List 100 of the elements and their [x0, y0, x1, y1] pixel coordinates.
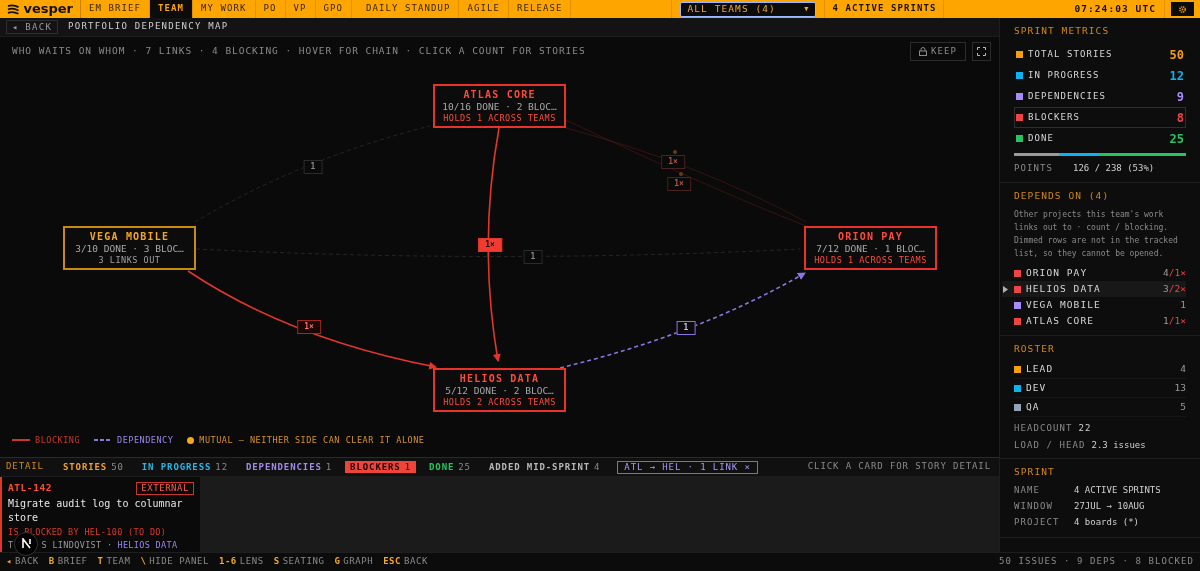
- story-meta: S LINDQVIST ·: [41, 539, 113, 552]
- settings-icon: [1178, 4, 1187, 14]
- metric-value: 8: [1176, 109, 1184, 127]
- depends-description: Other projects this team's work links out to · count / blocking. Dimmed rows are not in the tracked list, so they cannot be opened.: [1014, 209, 1179, 260]
- detail-tab[interactable]: DEPENDENCIES 1: [240, 461, 338, 473]
- project-node[interactable]: ATLAS CORE 10/16 DONE · 2 BLOC… HOLDS 1 ACROSS TEAMS: [433, 83, 566, 128]
- link-count[interactable]: 1: [303, 159, 323, 174]
- role-name: DEV: [1026, 381, 1047, 396]
- shortcut[interactable]: G GRAPH: [334, 555, 374, 569]
- nav-tab[interactable]: TEAM: [150, 0, 193, 18]
- link-count[interactable]: 1×: [297, 319, 321, 334]
- sprint-label: PROJECT: [1014, 515, 1061, 529]
- shortcut[interactable]: B BRIEF: [48, 555, 88, 569]
- project-node[interactable]: HELIOS DATA 5/12 DONE · 2 BLOC… HOLDS 2 ACROSS TEAMS: [433, 367, 566, 412]
- solid-line-icon: [12, 438, 30, 443]
- dependency-count: 1/1×: [1163, 313, 1186, 328]
- detail-hint: CLICK A CARD FOR STORY DETAIL: [807, 460, 991, 474]
- detail-tab[interactable]: IN PROGRESS 12: [136, 461, 233, 473]
- dependency-row[interactable]: HELIOS DATA 3/2×: [1002, 281, 1186, 297]
- sprint-value: 27JUL → 10AUG: [1074, 499, 1145, 513]
- lock-icon: [919, 46, 927, 56]
- link-count[interactable]: 1: [523, 249, 543, 264]
- metric-value: 12: [1169, 67, 1184, 85]
- sprint-label: NAME: [1014, 483, 1041, 497]
- dependency-name: VEGA MOBILE: [1026, 297, 1101, 312]
- points-label: POINTS: [1014, 162, 1053, 176]
- detail-tab[interactable]: DONE 25: [424, 461, 476, 473]
- dependency-name: HELIOS DATA: [1026, 281, 1101, 296]
- metric-row[interactable]: IN PROGRESS 12: [1014, 65, 1186, 87]
- sprint-value: 4 boards (*): [1074, 515, 1140, 529]
- sprint-label: WINDOW: [1014, 499, 1054, 513]
- keep-button[interactable]: KEEP: [910, 41, 966, 61]
- dependency-row[interactable]: VEGA MOBILE 1: [1002, 297, 1186, 313]
- shortcut[interactable]: \ HIDE PANEL: [140, 555, 209, 569]
- dependency-name: ORION PAY: [1026, 265, 1088, 280]
- legend-label: BLOCKING: [35, 433, 81, 447]
- story-meta: T: [8, 539, 14, 552]
- metric-row[interactable]: DEPENDENCIES 9: [1014, 86, 1186, 108]
- fullscreen-icon: [977, 46, 986, 56]
- node-stats: 10/16 DONE · 2 BLOC…: [442, 100, 557, 113]
- link-count[interactable]: 1×: [661, 154, 685, 169]
- link-count[interactable]: 1×: [478, 237, 502, 252]
- fullscreen-button[interactable]: [972, 41, 991, 61]
- filter-chip[interactable]: ATL → HEL · 1 LINK ×: [617, 460, 758, 474]
- dependency-name: ATLAS CORE: [1026, 313, 1094, 328]
- story-id: ATL-142: [8, 481, 53, 495]
- shortcut[interactable]: 1-6 LENS: [218, 555, 264, 569]
- section-title: SPRINT: [1014, 465, 1056, 480]
- load-label: LOAD / HEAD: [1014, 438, 1086, 452]
- shortcut[interactable]: ◂ BACK: [6, 555, 39, 569]
- story-title: Migrate audit log to columnar store: [8, 497, 184, 526]
- page-title: PORTFOLIO DEPENDENCY MAP: [68, 20, 229, 34]
- role-name: QA: [1026, 400, 1040, 415]
- load-value: 2.3 issues: [1091, 438, 1146, 452]
- metric-label: DONE: [1028, 132, 1054, 145]
- link-count[interactable]: 1×: [667, 176, 691, 191]
- node-note: HOLDS 2 ACROSS TEAMS: [443, 396, 556, 408]
- metric-row[interactable]: BLOCKERS 8: [1014, 107, 1186, 129]
- node-title: HELIOS DATA: [459, 371, 540, 385]
- points-value: 126 / 238 (53%): [1073, 162, 1155, 176]
- dependency-row[interactable]: ORION PAY 4/1×: [1002, 265, 1186, 281]
- shortcut[interactable]: T TEAM: [97, 555, 131, 569]
- n-logo-icon: [20, 538, 32, 550]
- detail-tab[interactable]: ADDED MID-SPRINT 4: [483, 461, 606, 473]
- metric-value: 9: [1176, 88, 1184, 106]
- section-title: SPRINT METRICS: [1014, 24, 1111, 38]
- node-title: ATLAS CORE: [463, 87, 536, 101]
- settings-button[interactable]: [1171, 2, 1194, 16]
- brand-name: vesper: [23, 0, 73, 19]
- legend-label: DEPENDENCY: [117, 433, 174, 447]
- detail-label: DETAIL: [6, 460, 44, 474]
- detail-tab[interactable]: BLOCKERS 1: [345, 461, 416, 473]
- metric-row[interactable]: DONE 25: [1014, 128, 1186, 150]
- project-node[interactable]: VEGA MOBILE 3/10 DONE · 3 BLOC… 3 LINKS OUT: [63, 225, 196, 270]
- sprint-value: 4 ACTIVE SPRINTS: [1074, 483, 1161, 497]
- node-note: 3 LINKS OUT: [98, 254, 161, 266]
- metric-label: IN PROGRESS: [1028, 69, 1100, 82]
- node-stats: 7/12 DONE · 1 BLOC…: [816, 242, 925, 255]
- detail-tab[interactable]: STORIES 50: [57, 461, 129, 473]
- project-link[interactable]: HELIOS DATA: [117, 539, 178, 552]
- link-count[interactable]: 1: [676, 320, 696, 335]
- status-summary: 50 ISSUES · 9 DEPS · 8 BLOCKED: [999, 555, 1194, 569]
- dependency-row[interactable]: ATLAS CORE 1/1×: [1002, 313, 1186, 329]
- node-title: VEGA MOBILE: [89, 229, 170, 243]
- metric-row[interactable]: TOTAL STORIES 50: [1014, 44, 1186, 66]
- project-node[interactable]: ORION PAY 7/12 DONE · 1 BLOC… HOLDS 1 ACROSS TEAMS: [804, 225, 937, 270]
- caret-icon: [1003, 285, 1008, 293]
- dependency-count: 4/1×: [1163, 265, 1186, 280]
- external-tag: EXTERNAL: [136, 481, 194, 495]
- shortcut[interactable]: S SEATING: [273, 555, 325, 569]
- headcount-value: 22: [1078, 422, 1092, 436]
- shortcut[interactable]: ESC BACK: [383, 555, 428, 569]
- legend-label: MUTUAL — NEITHER SIDE CAN CLEAR IT ALONE: [199, 433, 425, 447]
- node-note: HOLDS 1 ACROSS TEAMS: [814, 254, 927, 266]
- node-title: ORION PAY: [838, 229, 903, 243]
- metric-value: 50: [1169, 46, 1184, 64]
- headcount-label: HEADCOUNT: [1014, 422, 1073, 436]
- node-stats: 5/12 DONE · 2 BLOC…: [445, 384, 554, 397]
- section-title: DEPENDS ON (4): [1014, 188, 1111, 203]
- back-button[interactable]: ◂ BACK: [6, 19, 59, 34]
